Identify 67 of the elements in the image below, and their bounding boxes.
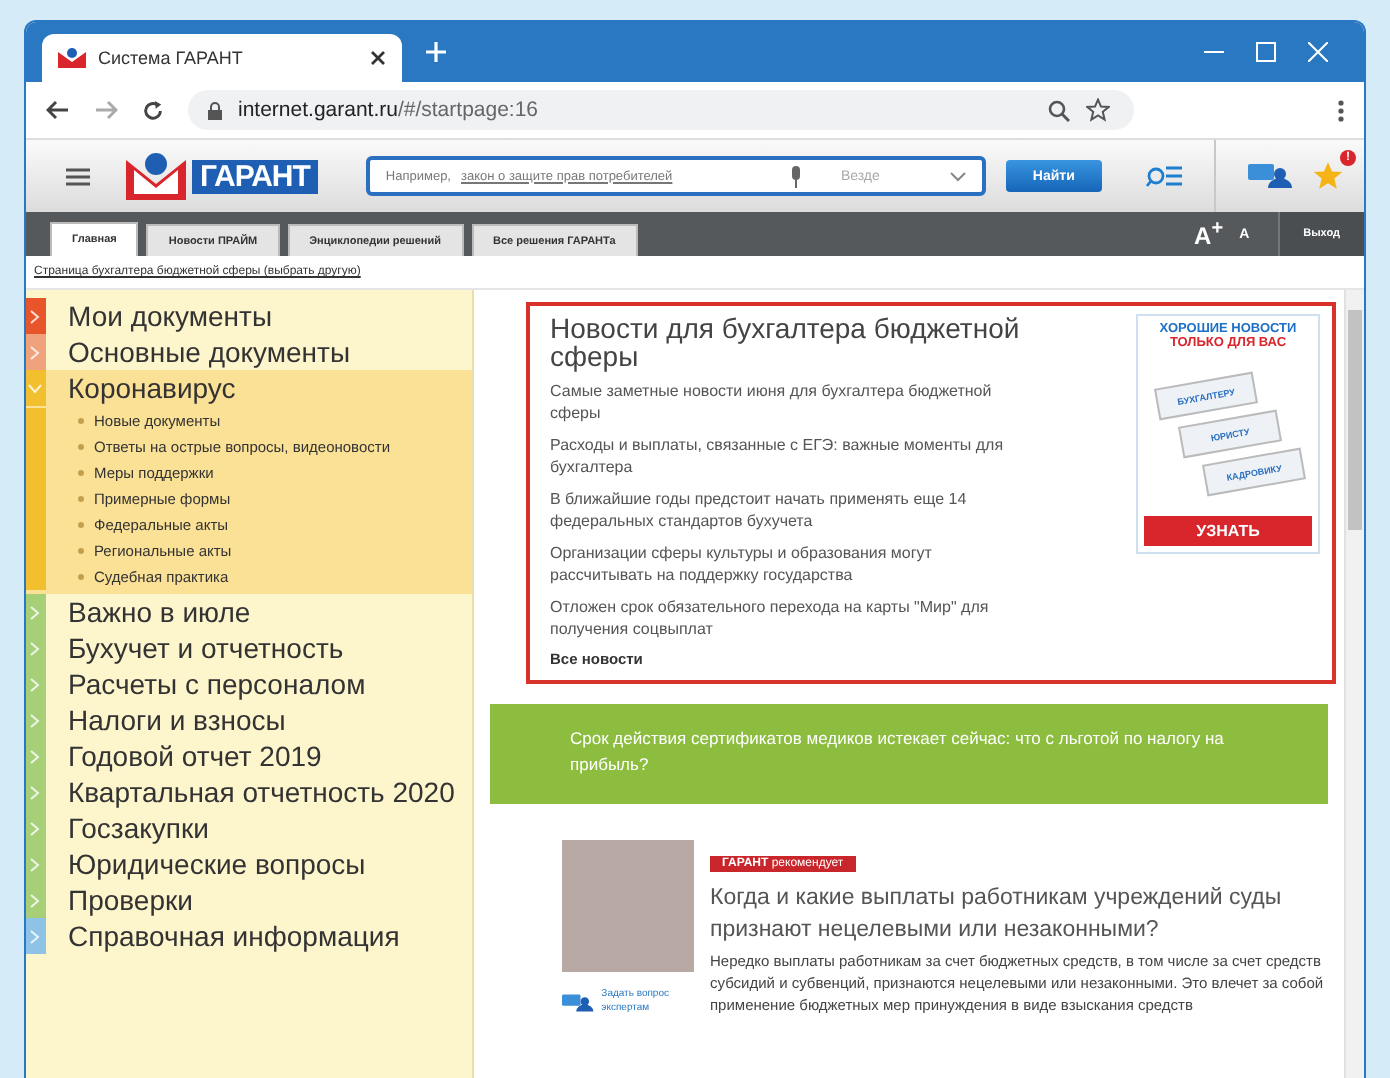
bullet-icon bbox=[78, 522, 84, 528]
chevron-icon bbox=[30, 785, 40, 799]
article-title[interactable]: Когда и какие выплаты работникам учреждений суды признают нецелевыми или незаконными? bbox=[710, 882, 1336, 946]
news-link[interactable]: Расходы и выплаты, связанные с ЕГЭ: важные моменты для бухгалтера bbox=[550, 434, 1010, 478]
sidebar-item[interactable]: Бухучет и отчетность bbox=[26, 630, 472, 666]
sidebar-item[interactable]: Налоги и взносы bbox=[26, 702, 472, 738]
bookmark-star-icon[interactable] bbox=[1086, 98, 1110, 122]
sidebar-item[interactable]: Важно в июле bbox=[26, 594, 472, 630]
zoom-icon[interactable] bbox=[1048, 99, 1070, 121]
address-bar[interactable]: internet.garant.ru/#/startpage:16 bbox=[188, 90, 1134, 130]
logo[interactable]: ГАРАНТ bbox=[126, 152, 318, 200]
tab-title: Система ГАРАНТ bbox=[98, 48, 245, 68]
more-icon[interactable] bbox=[1338, 99, 1344, 121]
sidebar-item[interactable]: Мои документы bbox=[26, 298, 472, 334]
browser-tab[interactable]: Система ГАРАНТ bbox=[42, 34, 402, 82]
bullet-icon bbox=[78, 444, 84, 450]
bullet-icon bbox=[78, 548, 84, 554]
back-icon[interactable] bbox=[46, 100, 70, 120]
sidebar-item[interactable]: Основные документы bbox=[26, 334, 472, 370]
chevron-icon bbox=[30, 309, 40, 323]
news-link[interactable]: Организации сферы культуры и образования могут рассчитывать на поддержку государства bbox=[550, 542, 1010, 586]
close-icon[interactable] bbox=[370, 50, 386, 66]
photo-placeholder bbox=[562, 840, 694, 972]
sidebar-item[interactable]: Коронавирус bbox=[26, 370, 472, 406]
learn-button[interactable]: УЗНАТЬ bbox=[1144, 516, 1312, 546]
news-link[interactable]: Отложен срок обязательного перехода на карты "Мир" для получения соцвыплат bbox=[550, 596, 1010, 640]
sidebar-item[interactable]: Юридические вопросы bbox=[26, 846, 472, 882]
sidebar-item[interactable]: Госзакупки bbox=[26, 810, 472, 846]
sidebar-item[interactable]: Расчеты с персоналом bbox=[26, 666, 472, 702]
chevron-icon bbox=[30, 821, 40, 835]
font-larger-button[interactable]: A$^{+}$ bbox=[1190, 218, 1228, 250]
people-icon[interactable] bbox=[1248, 164, 1292, 188]
caret-icon[interactable] bbox=[949, 171, 966, 181]
people-icon[interactable] bbox=[562, 991, 594, 1013]
maximize-icon[interactable] bbox=[1256, 42, 1276, 62]
logo-emblem-icon bbox=[126, 152, 186, 200]
sidebar-item[interactable]: Справочная информация bbox=[26, 918, 472, 954]
reload-icon[interactable] bbox=[142, 99, 164, 121]
microphone-icon[interactable] bbox=[790, 165, 803, 187]
chevron-icon bbox=[30, 677, 40, 691]
chevron-icon bbox=[30, 929, 40, 943]
chevron-icon bbox=[30, 641, 40, 655]
news-link[interactable]: Самые заметные новости июня для бухгалтера бюджетной сферы bbox=[550, 380, 1010, 424]
chevron-icon bbox=[30, 857, 40, 871]
search-list-icon[interactable] bbox=[1146, 164, 1182, 188]
chevron-icon bbox=[30, 345, 40, 359]
news-link[interactable]: В ближайшие годы предстоит начать применять еще 14 федеральных стандартов бухучета bbox=[550, 488, 1010, 532]
bullet-icon bbox=[78, 574, 84, 580]
sidebar-item[interactable]: Проверки bbox=[26, 882, 472, 918]
scrollbar-thumb[interactable] bbox=[1348, 310, 1362, 530]
scrollbar[interactable] bbox=[1344, 290, 1364, 1078]
chevron-icon bbox=[30, 893, 40, 907]
bullet-icon bbox=[78, 470, 84, 476]
sidebar-item[interactable]: Квартальная отчетность 2020 bbox=[26, 774, 472, 810]
logo-text: ГАРАНТ bbox=[192, 159, 318, 193]
news-title: Новости для бухгалтера бюджетной сферы bbox=[550, 314, 1022, 370]
bullet-icon bbox=[78, 418, 84, 424]
lock-icon bbox=[208, 101, 222, 119]
logo-icon bbox=[58, 48, 86, 68]
new-tab-icon[interactable] bbox=[426, 42, 446, 62]
chevron-icon bbox=[30, 605, 40, 619]
sidebar-item[interactable]: Годовой отчет 2019 bbox=[26, 738, 472, 774]
menu-icon[interactable] bbox=[66, 167, 90, 185]
bullet-icon bbox=[78, 496, 84, 502]
star-icon[interactable] bbox=[1312, 160, 1344, 192]
chevron-icon bbox=[30, 713, 40, 727]
chevron-icon bbox=[30, 749, 40, 763]
